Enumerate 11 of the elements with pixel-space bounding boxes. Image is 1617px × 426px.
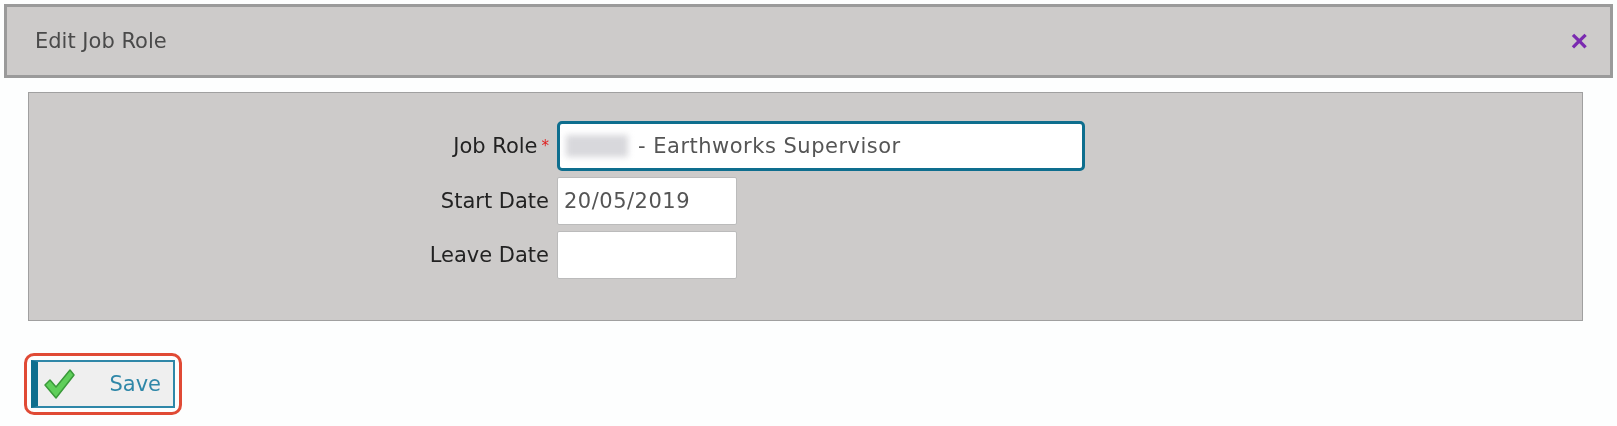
required-mark: * — [541, 137, 549, 155]
field-label: Start Date — [440, 189, 549, 213]
field-label: Leave Date — [429, 243, 549, 267]
save-button[interactable]: Save — [31, 360, 175, 408]
dialog-title: Edit Job Role — [35, 29, 167, 53]
check-icon — [42, 367, 76, 401]
input-field[interactable]: - Earthworks Supervisor — [557, 121, 1085, 171]
input-field[interactable]: 20/05/2019 — [557, 177, 737, 225]
input-field[interactable] — [557, 231, 737, 279]
field-label: Job Role — [453, 134, 538, 158]
close-button[interactable]: × — [1570, 26, 1588, 56]
